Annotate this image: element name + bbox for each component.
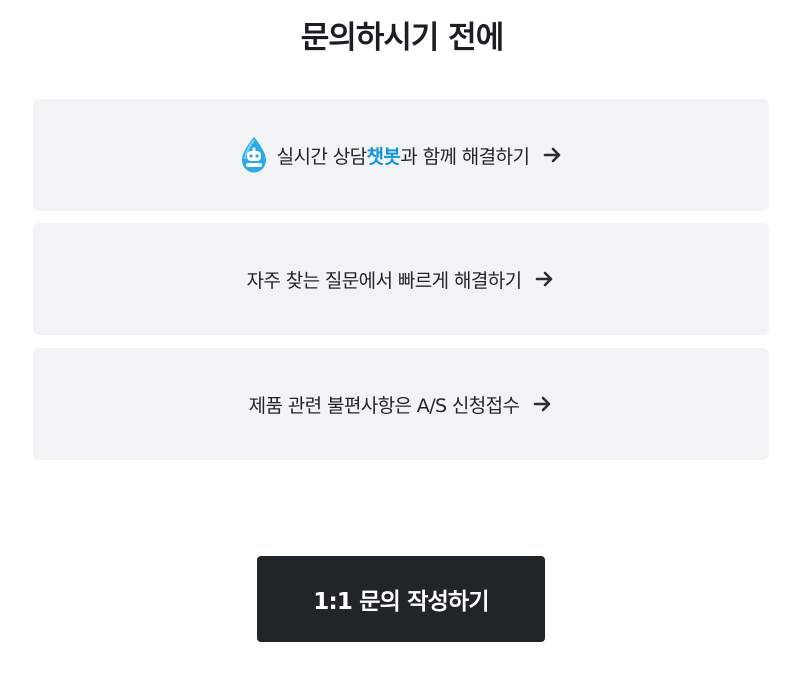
arrow-right-icon [544,147,561,163]
faq-option-label: 자주 찾는 질문에서 빠르게 해결하기 [246,269,523,292]
as-request-option-content: 제품 관련 불편사항은 A/S 신청접수 [249,391,554,418]
page-title: 문의하시기 전에 [300,20,504,56]
chatbot-option-highlight: 챗봇 [366,145,401,168]
chatbot-droplet-icon [241,137,266,173]
faq-option-content: 자주 찾는 질문에서 빠르게 해결하기 [247,266,556,293]
arrow-right-icon [534,396,551,412]
write-inquiry-button[interactable]: 1:1 문의 작성하기 [257,556,545,642]
as-request-option-card[interactable]: 제품 관련 불편사항은 A/S 신청접수 [33,348,769,460]
chatbot-option-prefix: 실시간 상담 [276,145,367,168]
faq-option-card[interactable]: 자주 찾는 질문에서 빠르게 해결하기 [33,223,769,335]
chatbot-option-suffix: 과 함께 해결하기 [400,145,530,168]
chatbot-option-card[interactable]: 실시간 상담 챗봇 과 함께 해결하기 [33,99,769,211]
arrow-right-icon [536,271,553,287]
as-request-option-label: 제품 관련 불편사항은 A/S 신청접수 [248,394,520,417]
chatbot-option-content: 실시간 상담 챗봇 과 함께 해결하기 [239,136,564,174]
